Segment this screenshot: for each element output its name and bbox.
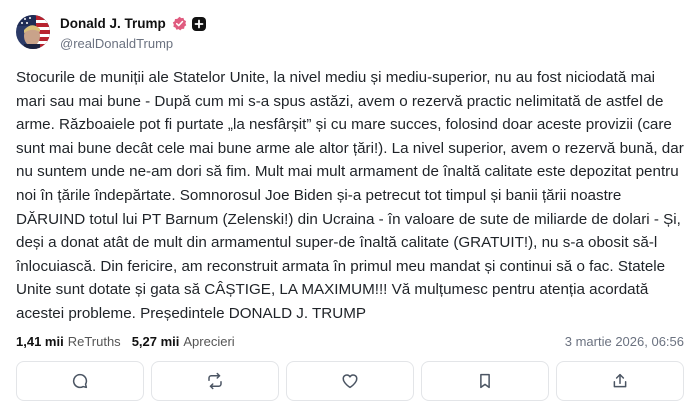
verified-badge-icon [172, 16, 187, 31]
bookmark-button[interactable] [421, 361, 549, 401]
action-bar [16, 361, 684, 401]
author-info: Donald J. Trump @realDonaldTrump [60, 14, 206, 51]
heart-icon [342, 374, 358, 389]
name-row: Donald J. Trump [60, 14, 206, 34]
handle[interactable]: @realDonaldTrump [60, 36, 206, 51]
likes-count: 5,27 mii [131, 333, 180, 349]
retruths-stat[interactable]: 1,41 mii ReTruths [16, 334, 121, 349]
retruths-count: 1,41 mii [16, 333, 64, 349]
post-stats: 1,41 mii ReTruths 5,27 mii Aprecieri 3 m… [16, 332, 684, 350]
reply-icon [72, 373, 88, 389]
retruths-label: ReTruths [67, 333, 121, 349]
avatar[interactable] [16, 15, 50, 49]
like-button[interactable] [286, 361, 414, 401]
retruth-button[interactable] [151, 361, 279, 401]
bookmark-icon [480, 373, 490, 389]
retruth-icon [208, 372, 222, 390]
share-button[interactable] [556, 361, 684, 401]
display-name[interactable]: Donald J. Trump [60, 16, 166, 31]
share-icon [613, 373, 627, 388]
post-text: Stocurile de muniții ale Statelor Unite,… [16, 69, 684, 322]
plus-badge-icon [191, 16, 206, 31]
post-timestamp[interactable]: 3 martie 2026, 06:56 [565, 334, 684, 349]
likes-stat[interactable]: 5,27 mii Aprecieri [132, 334, 235, 349]
post-header: Donald J. Trump @realDonaldTrump [16, 10, 206, 54]
reply-button[interactable] [16, 361, 144, 401]
likes-label: Aprecieri [183, 333, 235, 349]
